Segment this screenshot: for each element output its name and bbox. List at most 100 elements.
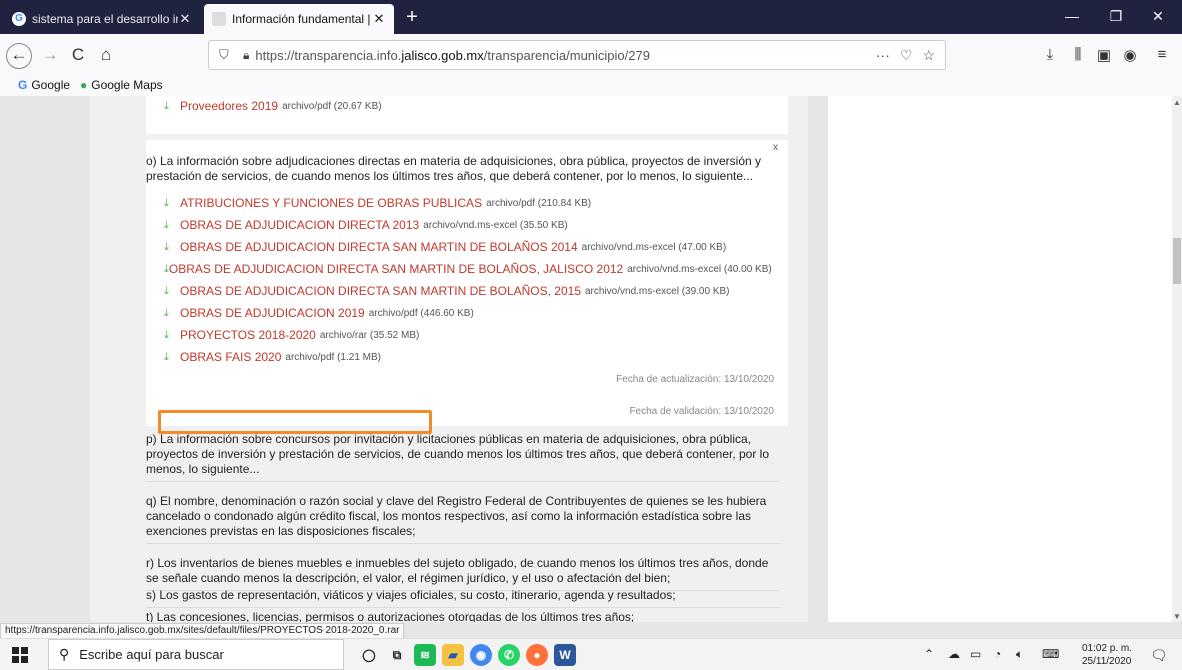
card-previous: ⤓ Proveedores 2019 archivo/pdf (20.67 KB… — [146, 96, 788, 134]
scrollbar-thumb[interactable] — [1173, 238, 1181, 284]
file-meta: archivo/pdf (446.60 KB) — [368, 307, 474, 319]
file-name[interactable]: PROYECTOS 2018-2020 — [180, 328, 316, 342]
close-window-button[interactable]: ✕ — [1138, 4, 1178, 28]
download-link[interactable]: ⤓ OBRAS DE ADJUDICACION DIRECTA SAN MARTI… — [164, 280, 764, 302]
section-item[interactable]: t) Las concesiones, licencias, permisos … — [146, 610, 780, 622]
bookmark-star-icon[interactable]: ☆ — [922, 47, 935, 64]
chrome-icon[interactable]: ◉ — [470, 644, 492, 666]
tab-title: sistema para el desarrollo integ — [32, 12, 178, 26]
file-meta: archivo/pdf (1.21 MB) — [285, 351, 381, 363]
download-link[interactable]: ⤓ OBRAS FAIS 2020 archivo/pdf (1.21 MB) — [164, 346, 764, 368]
whatsapp-icon[interactable]: ✆ — [498, 644, 520, 666]
download-icon: ⤓ — [164, 99, 169, 112]
forward-button[interactable]: → — [36, 42, 64, 68]
url-text[interactable]: https://transparencia.info.jalisco.gob.m… — [255, 48, 875, 63]
chevron-up-icon[interactable]: ⌃ — [924, 647, 934, 661]
keyboard-icon[interactable]: ⌨ — [1042, 647, 1059, 661]
clock[interactable]: 01:02 p. m. 25/11/2020 — [1082, 642, 1132, 668]
download-icon: ⤓ — [164, 350, 169, 363]
section-item[interactable]: q) El nombre, denominación o razón socia… — [146, 494, 780, 544]
tab-sistema[interactable]: G sistema para el desarrollo integ ✕ — [4, 4, 200, 34]
battery-icon[interactable]: ▭ — [970, 647, 981, 661]
search-placeholder: Escribe aquí para buscar — [79, 647, 224, 662]
downloads-icon[interactable]: ⤓ — [1040, 46, 1060, 63]
navigation-toolbar: ← → C ⌂ ⛉ 🔒︎ https://transparencia.info.… — [0, 34, 1182, 76]
updated-date: Fecha de actualización: 13/10/2020 — [616, 374, 774, 385]
shield-icon[interactable]: ⛉ — [219, 47, 233, 63]
back-button[interactable]: ← — [6, 43, 32, 69]
taskbar-search[interactable]: ⚲ Escribe aquí para buscar — [48, 639, 344, 670]
account-icon[interactable]: ◉ — [1120, 46, 1140, 64]
file-name[interactable]: OBRAS DE ADJUDICACION DIRECTA SAN MARTIN… — [180, 284, 581, 298]
file-meta: archivo/rar (35.52 MB) — [319, 329, 420, 341]
section-item[interactable]: s) Los gastos de representación, viático… — [146, 588, 780, 608]
download-icon: ⤓ — [164, 284, 169, 297]
file-name[interactable]: OBRAS DE ADJUDICACION DIRECTA 2013 — [180, 218, 419, 232]
download-link[interactable]: ⤓ OBRAS DE ADJUDICACION DIRECTA SAN MARTI… — [164, 258, 772, 280]
google-icon: G — [12, 12, 26, 26]
download-link[interactable]: ⤓ OBRAS DE ADJUDICACION DIRECTA 2013 archi… — [164, 214, 764, 236]
file-meta: archivo/vnd.ms-excel (35.50 KB) — [423, 219, 568, 231]
firefox-icon[interactable]: ● — [526, 644, 548, 666]
file-name[interactable]: OBRAS DE ADJUDICACION DIRECTA SAN MARTIN… — [180, 240, 578, 254]
pocket-icon[interactable]: ♡ — [900, 47, 913, 64]
close-icon[interactable]: x — [773, 142, 778, 153]
address-bar[interactable]: ⛉ 🔒︎ https://transparencia.info.jalisco.… — [208, 40, 946, 70]
section-item[interactable]: r) Los inventarios de bienes muebles e i… — [146, 556, 780, 591]
bookmark-google-maps[interactable]: ● Google Maps — [80, 78, 163, 92]
file-name[interactable]: OBRAS DE ADJUDICACION DIRECTA SAN MARTIN… — [169, 262, 623, 276]
vertical-scrollbar[interactable] — [1172, 96, 1182, 622]
page-actions-icon[interactable]: ··· — [876, 47, 890, 63]
file-explorer-icon[interactable]: ▰ — [442, 644, 464, 666]
file-meta: archivo/vnd.ms-excel (47.00 KB) — [581, 241, 727, 253]
scroll-down-arrow[interactable]: ▼ — [1172, 612, 1182, 621]
cortana-icon[interactable]: ◯ — [358, 644, 380, 666]
download-link[interactable]: ⤓ OBRAS DE ADJUDICACION 2019 archivo/pdf (… — [164, 302, 764, 324]
menu-icon[interactable]: ≡ — [1152, 46, 1172, 63]
download-link[interactable]: ⤓ Proveedores 2019 archivo/pdf (20.67 KB… — [164, 99, 382, 113]
file-meta: archivo/vnd.ms-excel (40.00 KB) — [627, 263, 772, 275]
file-meta: archivo/pdf (20.67 KB) — [282, 100, 382, 112]
validated-date: Fecha de validación: 13/10/2020 — [629, 406, 774, 417]
clock-date: 25/11/2020 — [1082, 656, 1132, 667]
minimize-button[interactable]: — — [1052, 4, 1092, 28]
clock-time: 01:02 p. m. — [1082, 643, 1133, 654]
file-name[interactable]: OBRAS FAIS 2020 — [180, 350, 281, 364]
bookmark-label: Google — [31, 78, 71, 92]
sidebar-icon[interactable]: ▣ — [1094, 46, 1114, 64]
bookmark-google[interactable]: G Google — [18, 78, 70, 92]
file-name[interactable]: ATRIBUCIONES Y FUNCIONES DE OBRAS PUBLIC… — [180, 196, 482, 210]
volume-icon[interactable]: 🔈︎ — [1016, 647, 1023, 662]
onedrive-icon[interactable]: ☁ — [948, 647, 960, 661]
bookmarks-toolbar: G Google ● Google Maps — [0, 76, 1182, 96]
download-icon: ⤓ — [164, 306, 169, 319]
site-icon — [212, 12, 226, 26]
download-icon: ⤓ — [164, 328, 169, 341]
library-icon[interactable]: ⫼ — [1068, 46, 1088, 63]
spotify-icon[interactable]: ≋ — [414, 644, 436, 666]
download-link[interactable]: ⤓ PROYECTOS 2018-2020 archivo/rar (35.52 M… — [164, 324, 764, 346]
lock-icon[interactable]: 🔒︎ — [243, 48, 249, 63]
file-name[interactable]: OBRAS DE ADJUDICACION 2019 — [180, 306, 365, 320]
file-meta: archivo/vnd.ms-excel (39.00 KB) — [585, 285, 730, 297]
google-icon: G — [18, 78, 28, 92]
wifi-icon[interactable]: ◔ — [994, 647, 1001, 661]
new-tab-button[interactable]: + — [402, 6, 422, 29]
task-view-icon[interactable]: ⧉ — [386, 644, 408, 666]
download-link[interactable]: ⤓ ATRIBUCIONES Y FUNCIONES DE OBRAS PUBLI… — [164, 192, 764, 214]
close-tab-icon[interactable]: ✕ — [178, 11, 192, 27]
right-panel — [828, 96, 1172, 622]
maximize-button[interactable]: ❐ — [1096, 4, 1136, 28]
download-link[interactable]: ⤓ OBRAS DE ADJUDICACION DIRECTA SAN MARTI… — [164, 236, 764, 258]
file-name[interactable]: Proveedores 2019 — [180, 99, 278, 113]
section-item[interactable]: p) La información sobre concursos por in… — [146, 432, 780, 482]
word-icon[interactable]: W — [554, 644, 576, 666]
tab-informacion-fundamental[interactable]: Información fundamental | Por ✕ — [204, 4, 394, 34]
scroll-up-arrow[interactable]: ▲ — [1172, 98, 1182, 107]
file-list: ⤓ ATRIBUCIONES Y FUNCIONES DE OBRAS PUBLI… — [164, 192, 772, 368]
reload-button[interactable]: C — [64, 42, 92, 68]
windows-start-icon[interactable] — [12, 647, 28, 663]
home-button[interactable]: ⌂ — [92, 42, 120, 68]
close-tab-icon[interactable]: ✕ — [372, 11, 386, 27]
notifications-icon[interactable]: 🗨︎ — [1150, 647, 1168, 664]
